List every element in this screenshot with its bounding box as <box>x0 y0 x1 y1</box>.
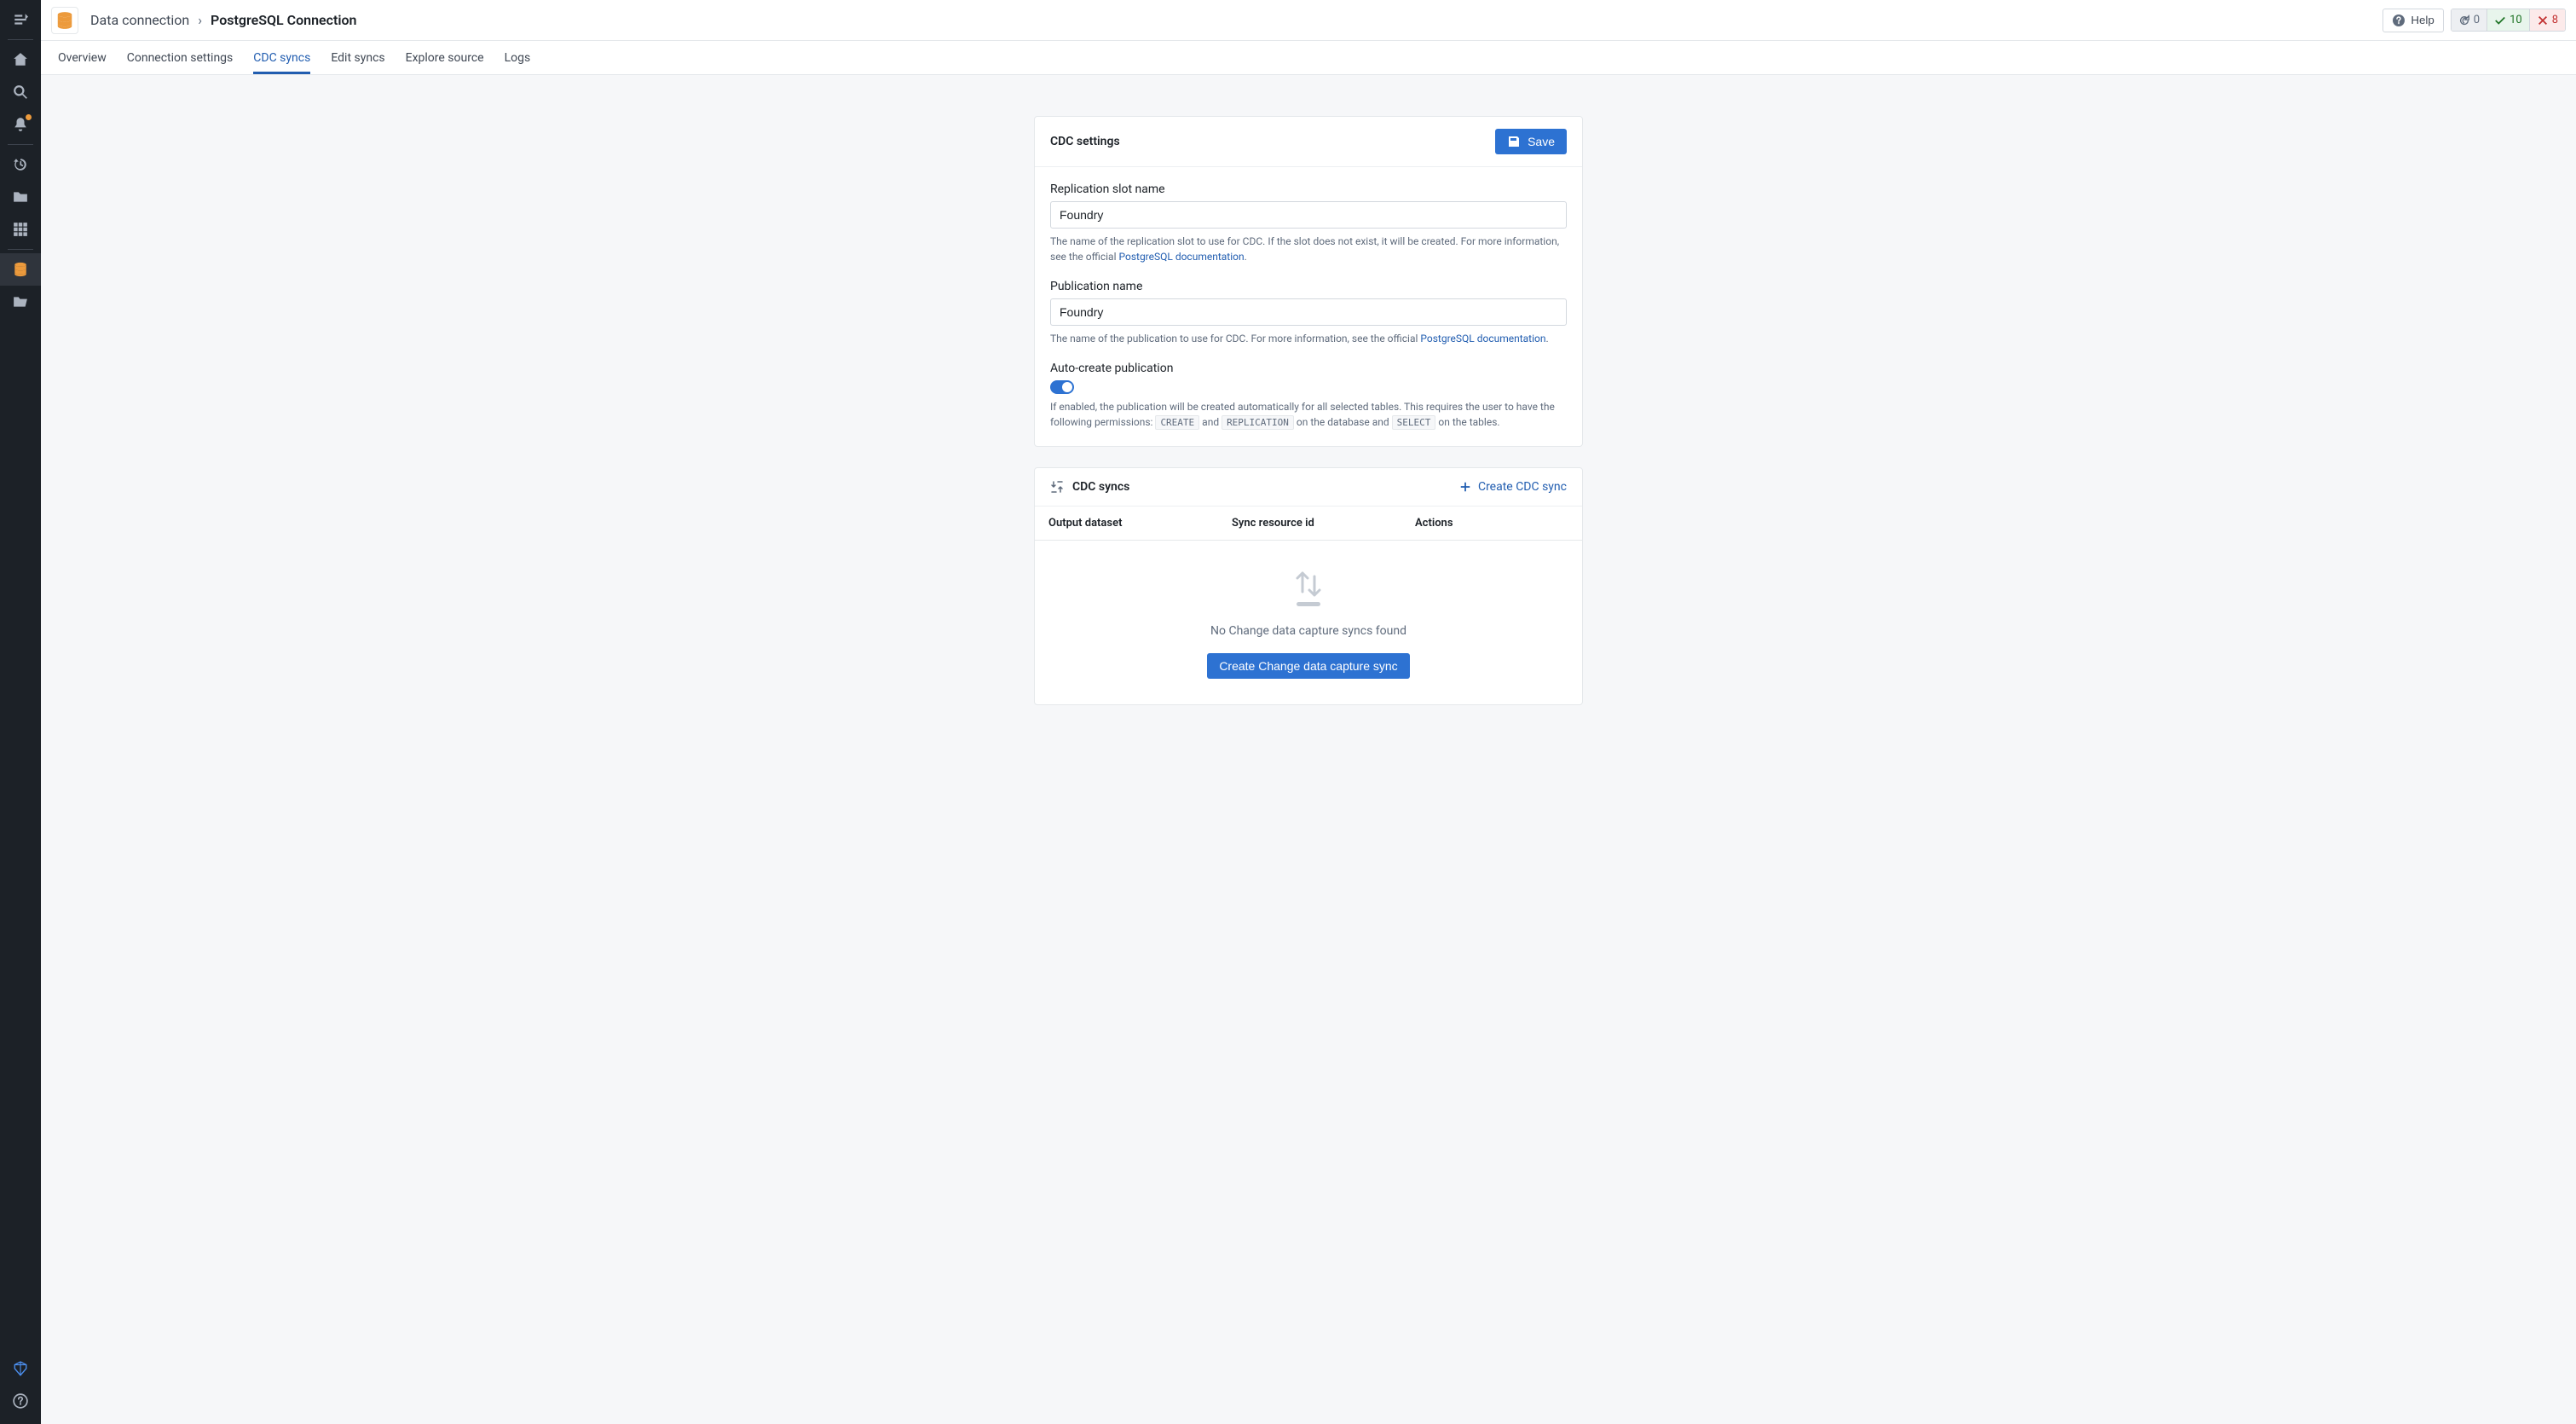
create-cdc-sync-link[interactable]: Create CDC sync <box>1459 480 1567 494</box>
cdc-syncs-panel: CDC syncs Create CDC sync Output dataset… <box>1034 467 1583 705</box>
auto-create-label: Auto-create publication <box>1050 362 1567 375</box>
column-output-dataset: Output dataset <box>1048 517 1232 530</box>
tabs: Overview Connection settings CDC syncs E… <box>41 41 2576 75</box>
tab-logs[interactable]: Logs <box>505 41 531 74</box>
create-cdc-sync-button[interactable]: Create Change data capture sync <box>1207 653 1409 679</box>
empty-state-text: No Change data capture syncs found <box>1052 624 1565 638</box>
tab-overview[interactable]: Overview <box>58 41 107 74</box>
content: CDC settings Save Replication slot name … <box>41 75 2576 1424</box>
refresh-icon <box>2458 14 2470 26</box>
auto-create-toggle[interactable] <box>1050 380 1074 394</box>
breadcrumb-current: PostgreSQL Connection <box>211 12 356 28</box>
publication-name-help: The name of the publication to use for C… <box>1050 331 1567 346</box>
database-icon[interactable] <box>0 253 41 286</box>
replication-slot-input[interactable] <box>1050 201 1567 229</box>
apps-icon[interactable] <box>0 213 41 246</box>
help-sidebar-icon[interactable] <box>0 1385 41 1417</box>
folder-icon[interactable] <box>0 181 41 213</box>
save-button[interactable]: Save <box>1495 129 1567 154</box>
status-refresh[interactable]: 0 <box>2452 9 2487 31</box>
tab-explore-source[interactable]: Explore source <box>406 41 484 74</box>
postgres-docs-link-2[interactable]: PostgreSQL documentation <box>1420 333 1545 344</box>
search-icon[interactable] <box>0 76 41 108</box>
cdc-settings-panel: CDC settings Save Replication slot name … <box>1034 116 1583 447</box>
tab-edit-syncs[interactable]: Edit syncs <box>331 41 384 74</box>
empty-state: No Change data capture syncs found Creat… <box>1035 541 1582 704</box>
publication-name-label: Publication name <box>1050 280 1567 293</box>
tab-cdc-syncs[interactable]: CDC syncs <box>253 41 310 74</box>
connection-type-icon <box>51 7 78 34</box>
save-icon <box>1507 135 1521 148</box>
x-icon <box>2537 14 2549 26</box>
menu-toggle-icon[interactable] <box>0 3 41 36</box>
postgres-docs-link-1[interactable]: PostgreSQL documentation <box>1118 251 1244 263</box>
app-logo-icon[interactable] <box>0 1352 41 1385</box>
help-button[interactable]: Help <box>2383 9 2443 32</box>
cdc-syncs-title: CDC syncs <box>1050 480 1129 494</box>
column-actions: Actions <box>1415 517 1568 530</box>
notifications-icon[interactable] <box>0 108 41 141</box>
sync-icon <box>1050 480 1064 494</box>
plus-icon <box>1459 481 1471 493</box>
cdc-settings-title: CDC settings <box>1050 135 1120 148</box>
folder-open-icon[interactable] <box>0 286 41 318</box>
tab-connection-settings[interactable]: Connection settings <box>127 41 234 74</box>
home-icon[interactable] <box>0 43 41 76</box>
breadcrumb: Data connection › PostgreSQL Connection <box>90 12 356 28</box>
chevron-right-icon: › <box>198 12 202 28</box>
breadcrumb-parent[interactable]: Data connection <box>90 12 189 28</box>
history-icon[interactable] <box>0 148 41 181</box>
status-success[interactable]: 10 <box>2487 9 2530 31</box>
column-sync-resource-id: Sync resource id <box>1232 517 1415 530</box>
replication-slot-help: The name of the replication slot to use … <box>1050 234 1567 264</box>
status-error[interactable]: 8 <box>2530 9 2565 31</box>
replication-slot-label: Replication slot name <box>1050 182 1567 196</box>
header: Data connection › PostgreSQL Connection … <box>41 0 2576 41</box>
publication-name-input[interactable] <box>1050 298 1567 326</box>
auto-create-help: If enabled, the publication will be crea… <box>1050 399 1567 431</box>
cdc-syncs-table-header: Output dataset Sync resource id Actions <box>1035 507 1582 541</box>
help-icon <box>2392 14 2406 27</box>
check-icon <box>2494 14 2506 26</box>
status-group: 0 10 8 <box>2451 9 2566 32</box>
empty-sync-icon <box>1288 564 1329 609</box>
left-sidebar <box>0 0 41 1424</box>
